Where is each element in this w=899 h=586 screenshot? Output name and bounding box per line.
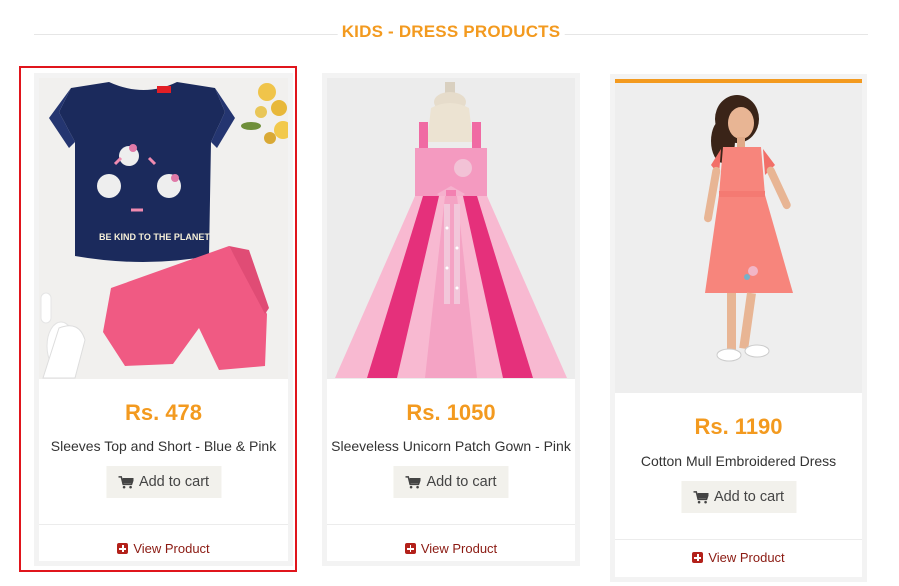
svg-text:BE KIND TO THE PLANET: BE KIND TO THE PLANET <box>99 232 210 242</box>
product-card-body: BE KIND TO THE PLANET Rs. 478 Sleeves To… <box>39 78 288 561</box>
plus-square-icon <box>692 552 704 563</box>
product-price: Rs. 1050 <box>406 400 496 425</box>
view-product-link[interactable]: View Product <box>39 541 288 556</box>
product-price: Rs. 1190 <box>694 414 783 439</box>
add-to-cart-label: Add to cart <box>426 474 497 490</box>
product-name: Cotton Mull Embroidered Dress <box>640 453 837 469</box>
add-to-cart-label: Add to cart <box>713 489 785 505</box>
add-to-cart-label: Add to cart <box>138 474 210 490</box>
plus-square-icon <box>404 543 416 554</box>
cart-icon <box>118 475 133 488</box>
product-image-1[interactable]: BE KIND TO THE PLANET <box>39 78 288 379</box>
add-to-cart-button[interactable]: Add to cart <box>680 481 797 513</box>
view-product-link[interactable]: View Product <box>615 550 862 565</box>
view-product-label: View Product <box>133 541 210 556</box>
product-card-2: Rs. 1050 Sleeveless Unicorn Patch Gown -… <box>322 73 580 566</box>
product-name: Sleeveless Unicorn Patch Gown - Pink <box>331 438 571 454</box>
view-product-label: View Product <box>420 541 498 556</box>
product-image-3[interactable] <box>615 83 862 393</box>
product-card-body: Rs. 1050 Sleeveless Unicorn Patch Gown -… <box>327 78 575 561</box>
plus-square-icon <box>117 543 129 554</box>
section-title: KIDS - DRESS PRODUCTS <box>337 22 565 42</box>
section-header: KIDS - DRESS PRODUCTS <box>34 18 868 48</box>
add-to-cart-button[interactable]: Add to cart <box>393 466 509 498</box>
product-image-2[interactable] <box>327 78 575 379</box>
card-divider <box>39 524 288 525</box>
view-product-label: View Product <box>708 550 785 565</box>
product-card-1: BE KIND TO THE PLANET Rs. 478 Sleeves To… <box>34 73 293 566</box>
card-divider <box>327 524 575 525</box>
add-to-cart-button[interactable]: Add to cart <box>105 466 222 498</box>
card-divider <box>615 539 862 540</box>
product-price: Rs. 478 <box>124 400 203 425</box>
product-name: Sleeves Top and Short - Blue & Pink <box>50 438 277 454</box>
cart-icon <box>405 475 421 488</box>
cart-icon <box>693 490 708 503</box>
product-card-body: Rs. 1190 Cotton Mull Embroidered Dress A… <box>615 83 862 577</box>
product-card-3: Rs. 1190 Cotton Mull Embroidered Dress A… <box>610 74 867 582</box>
view-product-link[interactable]: View Product <box>327 541 575 556</box>
